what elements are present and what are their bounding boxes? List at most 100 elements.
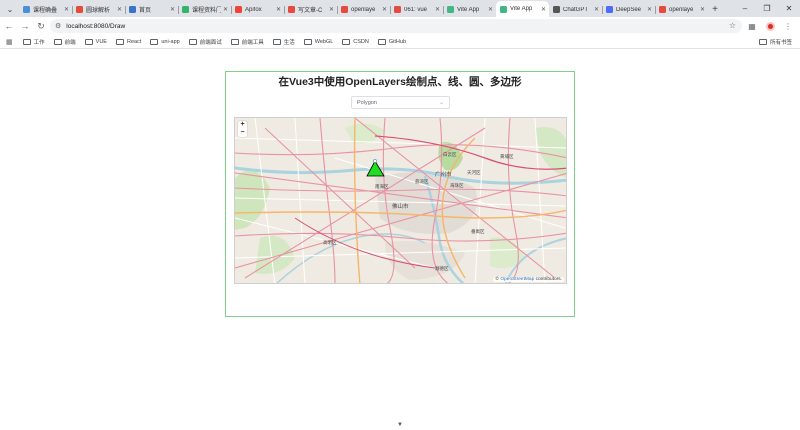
map-label: 荔湾区 (415, 178, 429, 185)
browser-tab[interactable]: Vite App ✕ (443, 2, 496, 17)
map-label: 佛山市 (392, 202, 409, 210)
bookmark-label: 前端工具 (241, 39, 264, 46)
forward-icon[interactable]: → (18, 19, 32, 33)
bookmark-folder[interactable]: 前端面试 (188, 38, 222, 46)
bookmark-folder[interactable]: GitHub (377, 38, 406, 46)
map-attribution: © OpenStreetMap contributors. (493, 277, 564, 282)
tab-list: 课程确叠 ✕ 圆球解析 ✕ 首页 ✕ 课程资料门 ✕ Apifox ✕ 写文章-C ✕ openlaye… (19, 0, 708, 17)
browser-tab[interactable]: 课程资料门 ✕ (178, 2, 231, 17)
bookmarks-bar: ▦ 工作 前端 VUE React uni-app 前端面试 前端工具 生活 WebGL CSDN… (0, 35, 800, 49)
bookmark-folder[interactable]: 前端工具 (230, 38, 264, 46)
draw-demo-card: 在Vue3中使用OpenLayers绘制点、线、圆、多边形 Polygon ⌄ (225, 71, 575, 317)
browser-toolbar: ← → ↻ ⚙ localhost:8080/Draw ☆ ▦ ⋮ (0, 17, 800, 35)
tab-favicon-icon (606, 6, 613, 13)
attribution-suffix: contributors. (535, 277, 562, 282)
back-icon[interactable]: ← (2, 19, 16, 33)
browser-tab[interactable]: ChatGPT ✕ (549, 2, 602, 17)
draw-type-select[interactable]: Polygon ⌄ (351, 96, 450, 109)
tab-close-icon[interactable]: ✕ (488, 6, 493, 13)
zoom-out-button[interactable]: − (238, 129, 247, 137)
bookmark-label: 工作 (33, 39, 45, 46)
address-bar[interactable]: ⚙ localhost:8080/Draw ☆ (50, 19, 742, 33)
window-controls: – ❐ ✕ (734, 0, 800, 17)
tab-strip: ⌄ 课程确叠 ✕ 圆球解析 ✕ 首页 ✕ 课程资料门 ✕ Apifox ✕ 写文章-C ✕ openla… (0, 0, 800, 17)
bookmark-folder[interactable]: 工作 (22, 38, 45, 46)
bookmark-folder[interactable]: VUE (84, 38, 107, 46)
tab-close-icon[interactable]: ✕ (382, 6, 387, 13)
polygon-vertex[interactable] (373, 159, 377, 163)
tab-close-icon[interactable]: ✕ (276, 6, 281, 13)
folder-icon (230, 38, 239, 45)
site-info-icon[interactable]: ⚙ (55, 22, 61, 30)
bookmark-label: 前端面试 (199, 39, 222, 46)
tab-close-icon[interactable]: ✕ (170, 6, 175, 13)
reload-icon[interactable]: ↻ (34, 19, 48, 33)
tab-search-icon[interactable]: ⌄ (3, 2, 17, 16)
tab-title: DeepSee (616, 6, 642, 13)
tab-close-icon[interactable]: ✕ (64, 6, 69, 13)
tab-favicon-icon (23, 6, 30, 13)
tab-favicon-icon (553, 6, 560, 13)
minimize-icon[interactable]: – (734, 0, 756, 17)
new-tab-button[interactable]: + (708, 2, 722, 17)
bookmark-folder[interactable]: uni-app (150, 38, 180, 46)
chevron-down-icon: ⌄ (438, 100, 444, 106)
browser-tab[interactable]: DeepSee ✕ (602, 2, 655, 17)
browser-tab[interactable]: 圆球解析 ✕ (72, 2, 125, 17)
bookmark-folder[interactable]: 生活 (272, 38, 295, 46)
tab-close-icon[interactable]: ✕ (435, 6, 440, 13)
extensions-icon[interactable]: ▦ (746, 19, 758, 33)
browser-tab[interactable]: Vite App ✕ (496, 1, 549, 17)
tab-close-icon[interactable]: ✕ (117, 6, 122, 13)
bookmark-label: React (126, 38, 142, 45)
map-label: 番禺区 (471, 228, 485, 235)
toolbar-actions: ▦ ⋮ (746, 19, 794, 33)
tab-close-icon[interactable]: ✕ (223, 6, 228, 13)
browser-tab[interactable]: openlaye ✕ (337, 2, 390, 17)
map-label: 广州市 (435, 170, 452, 178)
folder-icon (272, 38, 281, 45)
tab-title: Vite App (457, 6, 480, 13)
tab-title: 首页 (139, 8, 152, 14)
browser-tab[interactable]: openlaye ✕ (655, 2, 708, 17)
tab-close-icon[interactable]: ✕ (594, 6, 599, 13)
tab-title: 课程资料门 (192, 8, 221, 14)
map-canvas[interactable]: 广州市 佛山市 海珠区 番禺区 白云区 黄埔区 天河区 南海区 顺德区 荔湾区 … (235, 118, 567, 284)
map-label: 海珠区 (450, 182, 464, 189)
tab-favicon-icon (76, 6, 83, 13)
bookmark-folder[interactable]: React (115, 38, 142, 46)
tab-close-icon[interactable]: ✕ (700, 6, 705, 13)
tab-title: ChatGPT (563, 6, 589, 13)
menu-icon[interactable]: ⋮ (782, 19, 794, 33)
bookmark-label: VUE (95, 38, 107, 45)
browser-tab[interactable]: 课程确叠 ✕ (19, 2, 72, 17)
bookmark-star-icon[interactable]: ☆ (729, 21, 736, 30)
tab-favicon-icon (659, 6, 666, 13)
bookmark-folder[interactable]: 前端 (53, 38, 76, 46)
attribution-link[interactable]: OpenStreetMap (500, 277, 534, 282)
tab-favicon-icon (288, 6, 295, 13)
map-view[interactable]: 广州市 佛山市 海珠区 番禺区 白云区 黄埔区 天河区 南海区 顺德区 荔湾区 … (234, 117, 567, 284)
map-label: 白云区 (443, 151, 457, 158)
zoom-in-button[interactable]: + (238, 121, 247, 129)
profile-avatar[interactable] (764, 19, 776, 33)
browser-tab[interactable]: 首页 ✕ (125, 2, 178, 17)
browser-tab[interactable]: 061: vue ✕ (390, 2, 443, 17)
all-bookmarks[interactable]: 所有书签 (758, 38, 792, 46)
address-url[interactable]: localhost:8080/Draw (66, 23, 125, 30)
folder-icon (84, 38, 93, 45)
browser-tab[interactable]: Apifox ✕ (231, 2, 284, 17)
restore-icon[interactable]: ❐ (756, 0, 778, 17)
tab-close-icon[interactable]: ✕ (647, 6, 652, 13)
folder-icon (150, 38, 159, 45)
tab-close-icon[interactable]: ✕ (541, 6, 546, 13)
tab-favicon-icon (447, 6, 454, 13)
apps-grid-icon[interactable]: ▦ (6, 38, 13, 46)
tab-close-icon[interactable]: ✕ (329, 6, 334, 13)
close-window-icon[interactable]: ✕ (778, 0, 800, 17)
bookmark-folder[interactable]: CSDN (342, 38, 369, 46)
folder-icon (758, 39, 767, 45)
bookmark-label: 前端 (64, 39, 76, 46)
browser-tab[interactable]: 写文章-C ✕ (284, 2, 337, 17)
bookmark-folder[interactable]: WebGL (303, 38, 333, 46)
